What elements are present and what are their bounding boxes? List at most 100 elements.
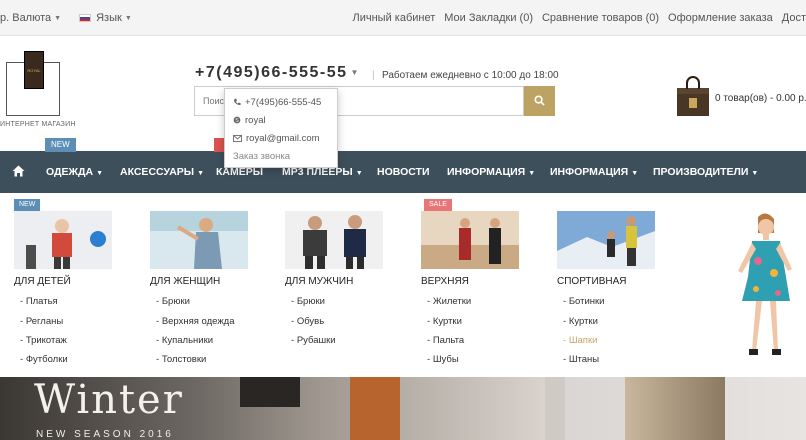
callback-link[interactable]: Заказ звонка: [233, 147, 329, 165]
wishlist-link[interactable]: Мои Закладки (0): [444, 12, 533, 24]
chevron-down-icon: ▼: [197, 170, 205, 177]
russian-flag-icon: [79, 14, 92, 22]
logo[interactable]: ROYAL: [6, 51, 60, 116]
nav-item-information-2[interactable]: ИНФОРМАЦИЯ ▼: [550, 151, 638, 193]
menu-item-label: Трикотаж: [25, 335, 67, 346]
phone-icon: [234, 98, 241, 105]
shopping-bag-icon[interactable]: [674, 76, 712, 118]
menu-item-label: Футболки: [25, 354, 68, 365]
dropdown-email[interactable]: royal@gmail.com: [233, 129, 329, 147]
nav-item-label: ПРОИЗВОДИТЕЛИ: [653, 166, 749, 178]
banner-image-right: [565, 377, 806, 440]
menu-item-furs[interactable]: - Шубы: [427, 354, 459, 365]
menu-item-outerwear[interactable]: - Верхняя одежда: [156, 316, 235, 327]
chevron-down-icon: ▼: [631, 170, 639, 177]
menu-item-label: Регланы: [25, 316, 64, 327]
menu-item-label: Брюки: [161, 296, 190, 307]
hero-banner[interactable]: Winter NEW SEASON 2016: [0, 377, 806, 440]
language-selector[interactable]: Язык ▼: [79, 12, 132, 24]
menu-col-title-men[interactable]: ДЛЯ МУЖЧИН: [285, 276, 353, 287]
menu-item-label: Пальта: [432, 335, 465, 346]
chevron-down-icon: ▼: [355, 170, 363, 177]
separator: |: [372, 70, 375, 81]
menu-item-shoes[interactable]: - Обувь: [291, 316, 324, 327]
menu-item-hats[interactable]: - Шапки: [563, 335, 597, 346]
compare-link[interactable]: Сравнение товаров (0): [542, 12, 659, 24]
svg-text:S: S: [235, 118, 239, 124]
nav-item-clothing[interactable]: ОДЕЖДА ▼: [46, 151, 103, 193]
menu-item-shirts[interactable]: - Рубашки: [291, 335, 336, 346]
men-thumbnail[interactable]: [285, 211, 383, 269]
menu-item-pants[interactable]: - Штаны: [563, 354, 599, 365]
kids-new-tag: NEW: [14, 199, 41, 211]
menu-item-knitwear[interactable]: - Трикотаж: [20, 335, 67, 346]
dropdown-skype[interactable]: S royal: [233, 111, 329, 129]
menu-col-title-women[interactable]: ДЛЯ ЖЕНЩИН: [150, 276, 220, 287]
logo-text: ROYAL: [24, 51, 44, 89]
nav-item-label: АКСЕССУАРЫ: [120, 166, 195, 178]
account-link[interactable]: Личный кабинет: [353, 12, 436, 24]
nav-item-news[interactable]: НОВОСТИ: [377, 151, 430, 193]
menu-item-label: Жилетки: [432, 296, 472, 307]
chevron-down-icon: ▼: [54, 14, 62, 22]
outerwear-thumbnail[interactable]: [421, 211, 519, 269]
promo-model-image[interactable]: [730, 211, 800, 363]
home-icon[interactable]: [12, 165, 25, 177]
women-thumbnail[interactable]: [150, 211, 248, 269]
delivery-link[interactable]: Дост: [782, 12, 806, 24]
menu-item-coats[interactable]: - Пальта: [427, 335, 464, 346]
dropdown-phone[interactable]: +7(495)66-555-45: [233, 93, 329, 111]
chevron-down-icon: ▼: [751, 170, 759, 177]
chevron-down-icon: ▼: [350, 68, 360, 78]
skype-icon: S: [233, 116, 241, 124]
nav-item-accessories[interactable]: АКСЕССУАРЫ ▼: [120, 151, 204, 193]
page: р. Валюта ▼ Язык ▼ Личный кабинет Мои За…: [0, 0, 806, 440]
menu-item-hoodies[interactable]: - Толстовки: [156, 354, 206, 365]
menu-item-label: Толстовки: [161, 354, 207, 365]
menu-item-label: Обувь: [296, 316, 325, 327]
menu-item-boots[interactable]: - Ботинки: [563, 296, 605, 307]
envelope-icon: [233, 134, 242, 142]
sports-thumbnail[interactable]: [557, 211, 655, 269]
banner-title: Winter: [34, 377, 184, 423]
banner-subtitle: NEW SEASON 2016: [36, 429, 174, 440]
kids-thumbnail[interactable]: [14, 211, 112, 269]
menu-item-label: Куртки: [568, 316, 598, 327]
nav-item-manufacturers[interactable]: ПРОИЗВОДИТЕЛИ ▼: [653, 151, 758, 193]
dropdown-skype-text: royal: [245, 114, 266, 126]
menu-item-label: Шапки: [568, 335, 598, 346]
menu-col-title-sports[interactable]: СПОРТИВНАЯ: [557, 276, 627, 287]
menu-item-raglans[interactable]: - Регланы: [20, 316, 63, 327]
menu-item-trousers[interactable]: - Брюки: [156, 296, 190, 307]
menu-item-jackets[interactable]: - Куртки: [427, 316, 462, 327]
menu-item-label: Штаны: [568, 354, 600, 365]
checkout-link[interactable]: Оформление заказа: [668, 12, 773, 24]
chevron-down-icon: ▼: [528, 170, 536, 177]
menu-item-sport-jackets[interactable]: - Куртки: [563, 316, 598, 327]
dropdown-phone-text: +7(495)66-555-45: [245, 96, 322, 108]
nav-item-information-1[interactable]: ИНФОРМАЦИЯ ▼: [447, 151, 535, 193]
menu-item-tshirts[interactable]: - Футболки: [20, 354, 68, 365]
menu-item-label: Куртки: [432, 316, 462, 327]
menu-item-men-trousers[interactable]: - Брюки: [291, 296, 325, 307]
chevron-down-icon: ▼: [96, 170, 104, 177]
menu-item-dresses[interactable]: - Платья: [20, 296, 58, 307]
menu-item-label: Брюки: [296, 296, 325, 307]
menu-col-title-outerwear[interactable]: ВЕРХНЯЯ: [421, 276, 469, 287]
mega-menu: ДЛЯ ДЕТЕЙ - Платья - Регланы - Трикотаж …: [0, 193, 806, 377]
menu-item-label: Верхняя одежда: [161, 316, 235, 327]
menu-item-label: Купальники: [161, 335, 214, 346]
top-bar: р. Валюта ▼ Язык ▼ Личный кабинет Мои За…: [0, 0, 806, 36]
menu-col-title-kids[interactable]: ДЛЯ ДЕТЕЙ: [14, 276, 71, 287]
currency-selector[interactable]: р. Валюта ▼: [0, 12, 61, 24]
banner-figure-2: [350, 377, 400, 440]
cart-summary[interactable]: 0 товар(ов) - 0.00 р.: [715, 93, 806, 104]
menu-item-vests[interactable]: - Жилетки: [427, 296, 471, 307]
language-label: Язык: [96, 12, 122, 24]
main-nav: ОДЕЖДА ▼ АКСЕССУАРЫ ▼ КАМЕРЫ MP3 ПЛЕЕРЫ ▼ Н…: [0, 151, 806, 193]
phone-number[interactable]: +7(495)66-555-55 ▼: [195, 64, 360, 82]
logo-caption: ИНТЕРНЕТ МАГАЗИН: [0, 121, 76, 128]
working-hours: Работаем ежедневно с 10:00 до 18:00: [382, 70, 559, 81]
search-button[interactable]: [524, 86, 555, 116]
menu-item-swimsuits[interactable]: - Купальники: [156, 335, 213, 346]
